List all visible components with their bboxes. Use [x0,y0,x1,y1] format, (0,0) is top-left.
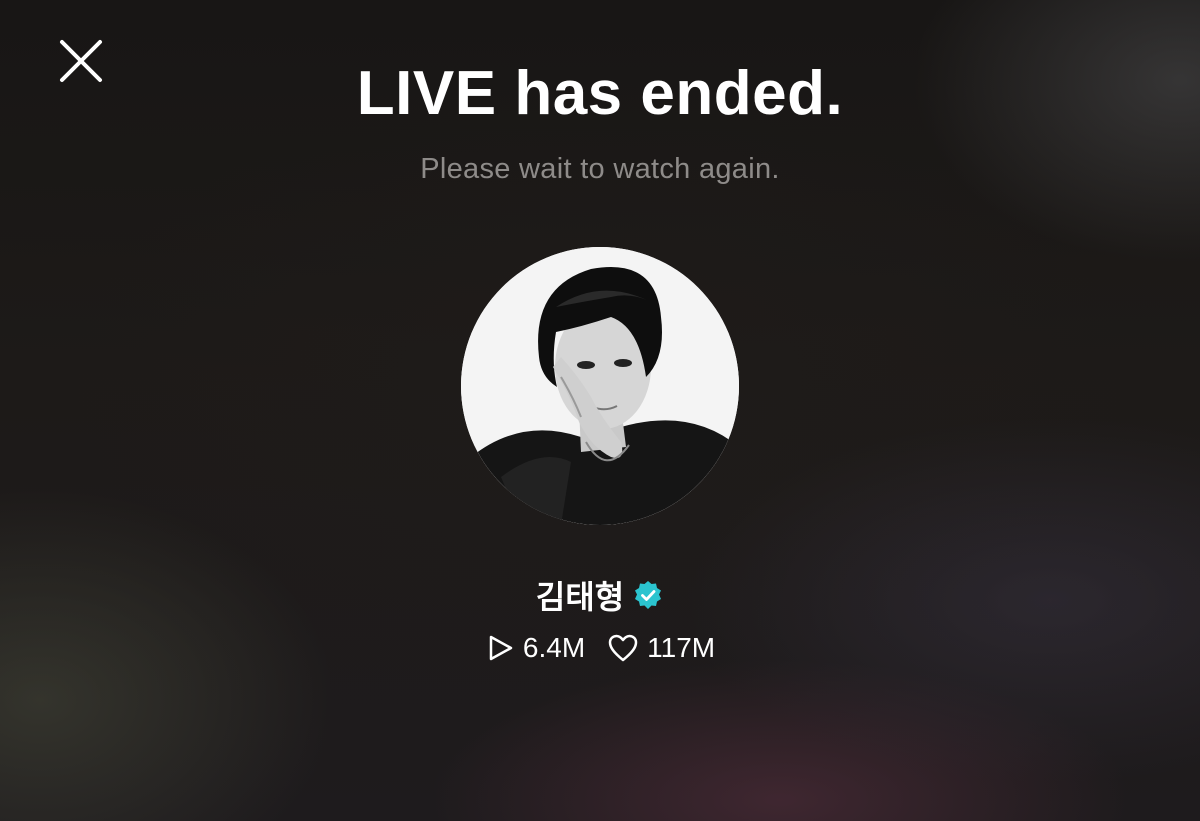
page-title: LIVE has ended. [356,59,844,128]
likes-stat: 117M [607,632,715,664]
profile-name-row[interactable]: 김태형 [0,572,1200,618]
plays-count: 6.4M [522,632,586,663]
likes-count: 117M [647,632,716,663]
profile-photo [461,247,739,525]
profile-name: 김태형 [535,578,625,616]
avatar[interactable] [461,247,739,525]
play-icon [489,635,513,661]
verified-badge-icon [632,579,664,611]
page-subtitle: Please wait to watch again. [420,153,780,185]
heart-icon [608,634,638,662]
plays-stat: 6.4M [485,632,585,664]
stats-row: 6.4M 117M [0,632,1200,664]
